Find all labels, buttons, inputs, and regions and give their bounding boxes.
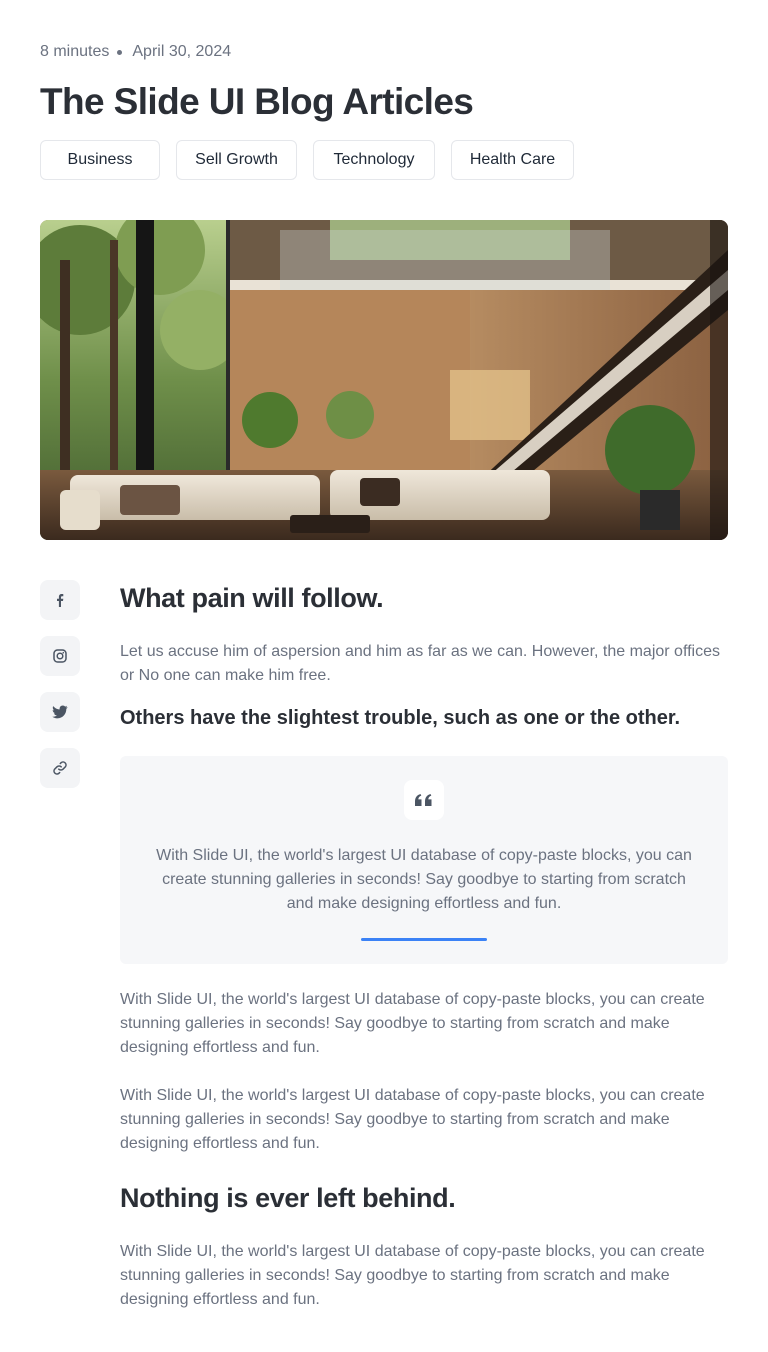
tag-business[interactable]: Business <box>40 140 160 180</box>
section-heading-pain: What pain will follow. <box>120 583 384 613</box>
link-icon <box>53 761 67 775</box>
body-paragraph-2: With Slide UI, the world's largest UI da… <box>120 1087 705 1152</box>
section-heading-nothing-left: Nothing is ever left behind. <box>120 1183 456 1213</box>
page-title: The Slide UI Blog Articles <box>40 81 474 122</box>
twitter-icon <box>52 705 68 719</box>
facebook-icon <box>57 594 64 607</box>
hero-image <box>40 220 728 540</box>
separator-dot <box>117 49 123 55</box>
quote-text: With Slide UI, the world's largest UI da… <box>156 847 692 912</box>
tag-list: Business Sell Growth Technology Health C… <box>40 140 574 180</box>
intro-paragraph: Let us accuse him of aspersion and him a… <box>120 643 720 684</box>
copy-link-button[interactable] <box>40 748 80 788</box>
tag-sell-growth[interactable]: Sell Growth <box>176 140 297 180</box>
quote-accent-line <box>361 938 487 941</box>
article-meta: 8 minutes April 30, 2024 <box>40 41 231 63</box>
body-paragraph-3: With Slide UI, the world's largest UI da… <box>120 1243 705 1308</box>
social-share-bar <box>40 580 80 788</box>
section-subheading: Others have the slightest trouble, such … <box>120 707 681 729</box>
blockquote: With Slide UI, the world's largest UI da… <box>120 756 728 964</box>
tag-technology[interactable]: Technology <box>313 140 435 180</box>
body-paragraph-1: With Slide UI, the world's largest UI da… <box>120 991 705 1056</box>
share-facebook-button[interactable] <box>40 580 80 620</box>
publish-date: April 30, 2024 <box>132 43 232 60</box>
tag-health-care[interactable]: Health Care <box>451 140 574 180</box>
share-twitter-button[interactable] <box>40 692 80 732</box>
share-instagram-button[interactable] <box>40 636 80 676</box>
quote-icon <box>404 780 444 820</box>
read-time: 8 minutes <box>40 43 110 60</box>
instagram-icon <box>53 649 67 663</box>
